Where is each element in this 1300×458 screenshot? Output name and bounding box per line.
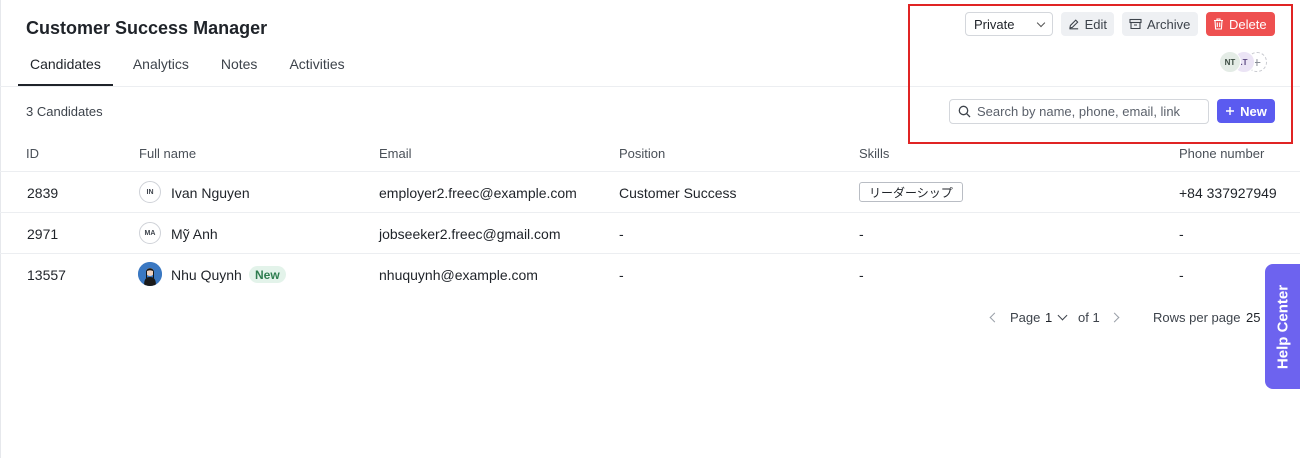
cell-full-name[interactable]: Ivan Nguyen [171,185,250,201]
page-number-select[interactable]: 1 [1045,310,1052,325]
column-header-skills[interactable]: Skills [859,146,889,161]
column-header-full-name[interactable]: Full name [139,146,196,161]
page-total: of 1 [1078,310,1100,325]
tab-candidates[interactable]: Candidates [18,50,113,86]
rows-per-page-label: Rows per page [1153,310,1241,325]
pencil-icon [1069,19,1079,30]
delete-button[interactable]: Delete [1206,12,1275,36]
cell-position: - [619,267,624,283]
candidates-count: 3 Candidates [26,104,103,119]
tab-activities[interactable]: Activities [277,50,356,86]
avatar: IN [139,181,161,203]
tab-notes[interactable]: Notes [209,50,270,86]
archive-button[interactable]: Archive [1122,12,1198,36]
plus-icon [1226,107,1235,115]
page-title: Customer Success Manager [26,18,268,38]
archive-icon [1129,18,1142,30]
delete-button-label: Delete [1229,16,1267,32]
row-divider [0,212,1300,213]
column-header-email[interactable]: Email [379,146,412,161]
skill-tag: リーダーシップ [859,182,963,202]
trash-icon [1214,18,1223,30]
help-center-label: Help Center [1274,284,1291,369]
new-badge: New [249,266,286,283]
chevron-down-icon [1036,18,1046,27]
avatar: MA [139,222,161,244]
visibility-select-value: Private [974,16,1015,32]
cell-email: nhuquynh@example.com [379,267,538,283]
edit-button-label: Edit [1084,16,1107,32]
tab-bar: Candidates Analytics Notes Activities [18,50,365,86]
archive-button-label: Archive [1147,16,1191,32]
new-candidate-button[interactable]: New [1217,99,1275,123]
cell-position: Customer Success [619,185,737,201]
column-header-id[interactable]: ID [26,146,39,161]
search-icon [958,105,971,118]
rows-per-page-select[interactable]: 25 [1246,310,1260,325]
avatar-photo [138,262,162,286]
cell-phone: - [1179,267,1184,283]
cell-full-name[interactable]: Mỹ Anh [171,226,218,242]
cell-email: jobseeker2.freec@gmail.com [379,226,561,242]
search-box[interactable] [949,99,1209,124]
new-button-label: New [1240,103,1267,119]
row-divider [0,253,1300,254]
column-header-position[interactable]: Position [619,146,665,161]
cell-id: 13557 [27,267,66,283]
cell-position: - [619,226,624,242]
visibility-select[interactable]: Private [965,12,1053,36]
help-center-button[interactable]: Help Center [1265,264,1300,389]
column-header-phone[interactable]: Phone number [1179,146,1264,161]
cell-email: employer2.freec@example.com [379,185,577,201]
table-header-divider [0,171,1300,172]
search-input[interactable] [977,104,1197,119]
cell-id: 2839 [27,185,59,201]
cell-full-name[interactable]: Nhu Quynh [171,267,242,283]
page-label: Page [1010,310,1041,325]
member-avatar[interactable]: NT [1219,51,1241,73]
cell-phone: +84 337927949 [1179,185,1277,201]
cell-phone: - [1179,226,1184,242]
person-photo-icon [138,262,162,286]
edit-button[interactable]: Edit [1061,12,1114,36]
tab-analytics[interactable]: Analytics [121,50,201,86]
cell-skills: - [859,226,864,242]
cell-id: 2971 [27,226,59,242]
cell-skills: - [859,267,864,283]
